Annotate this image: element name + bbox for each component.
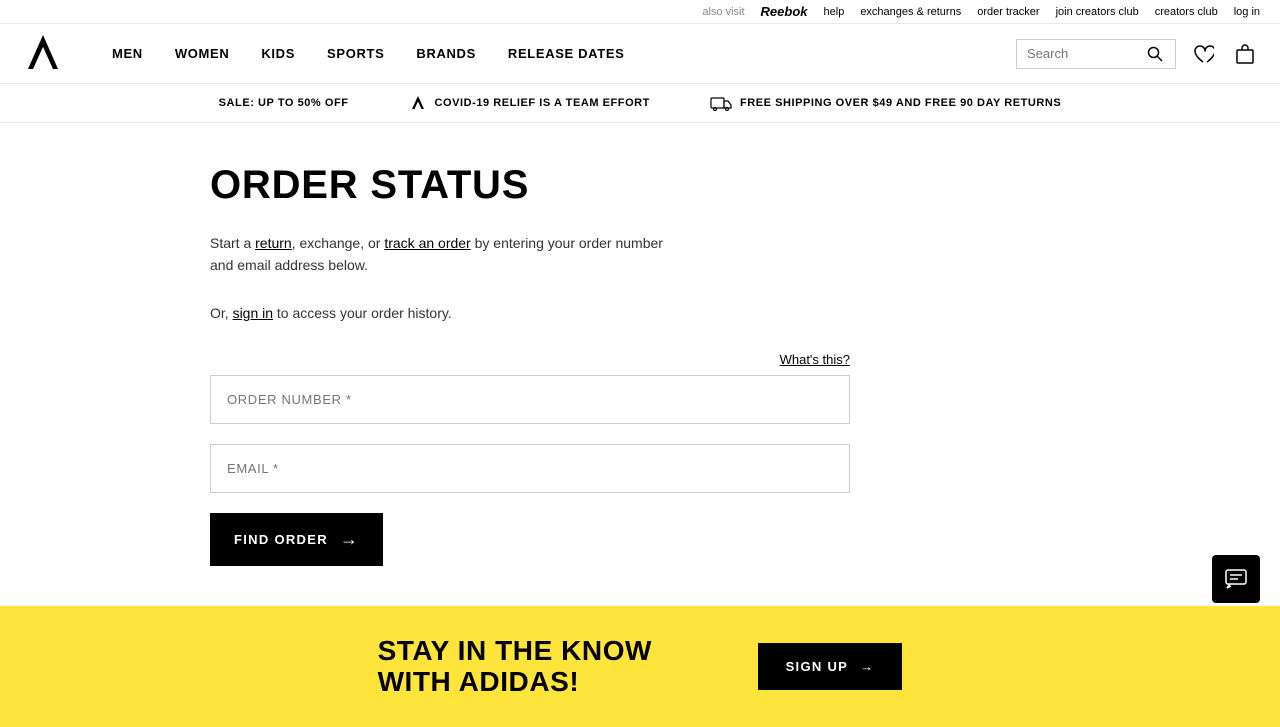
main-content: ORDER STATUS Start a return, exchange, o… [190,123,1090,606]
nav-link-men[interactable]: MEN [96,24,159,84]
sign-in-line: Or, sign in to access your order history… [210,305,1070,321]
desc-part2: , exchange, or [292,235,385,251]
search-button[interactable] [1147,46,1163,62]
nav-link-brands[interactable]: BRANDS [400,24,492,84]
promo-item-sale: SALE: UP TO 50% OFF [219,97,349,109]
sign-in-suffix: to access your order history. [273,305,452,321]
cart-button[interactable] [1230,39,1260,69]
search-icon [1147,46,1163,62]
promo-covid-text: COVID-19 RELIEF IS A TEAM EFFORT [435,97,650,109]
signup-label: SIGN UP [786,659,849,674]
find-order-label: FIND ORDER [234,532,328,547]
footer-promo: STAY IN THE KNOW WITH ADIDAS! SIGN UP → [0,606,1280,727]
cart-icon [1234,43,1256,65]
email-group [210,444,850,493]
nav-right [1016,39,1260,69]
desc-part1: Start a [210,235,255,251]
promo-sale-text: SALE: UP TO 50% OFF [219,97,349,109]
chat-bubble-button[interactable] [1212,555,1260,603]
footer-promo-title: STAY IN THE KNOW WITH ADIDAS! [378,636,678,698]
page-description: Start a return, exchange, or track an or… [210,232,670,277]
page-title: ORDER STATUS [210,163,1070,208]
sign-in-prefix: Or, [210,305,233,321]
main-nav: MEN WOMEN KIDS SPORTS BRANDS RELEASE DAT… [0,24,1280,84]
find-order-button[interactable]: FIND ORDER → [210,513,383,566]
adidas-logo [20,31,66,77]
reebok-logo: Reebok [761,4,808,19]
logo-wrapper[interactable] [20,31,66,77]
order-number-group [210,375,850,424]
exchanges-returns-link[interactable]: exchanges & returns [860,6,961,18]
also-visit-text: also visit [702,6,744,18]
nav-link-release-dates[interactable]: RELEASE DATES [492,24,641,84]
promo-shipping-text: FREE SHIPPING OVER $49 AND FREE 90 DAY R… [740,97,1061,109]
heart-icon [1192,43,1214,65]
nav-links: MEN WOMEN KIDS SPORTS BRANDS RELEASE DAT… [96,24,1016,84]
email-input[interactable] [210,444,850,493]
log-in-link[interactable]: log in [1234,6,1260,18]
what-this-container: What's this? [210,351,850,367]
creators-club-link[interactable]: creators club [1155,6,1218,18]
nav-link-kids[interactable]: KIDS [245,24,311,84]
join-creators-club-link[interactable]: join creators club [1056,6,1139,18]
what-this-link[interactable]: What's this? [780,352,850,367]
track-order-link[interactable]: track an order [384,235,470,251]
search-box[interactable] [1016,39,1176,69]
arrow-right-icon: → [340,529,359,550]
wishlist-button[interactable] [1188,39,1218,69]
top-utility-bar: also visit Reebok help exchanges & retur… [0,0,1280,24]
nav-link-sports[interactable]: SPORTS [311,24,400,84]
adidas-small-icon [409,94,427,112]
reebok-link[interactable]: Reebok [761,4,808,19]
nav-link-women[interactable]: WOMEN [159,24,246,84]
sign-in-link[interactable]: sign in [233,305,273,321]
signup-button[interactable]: SIGN UP → [758,643,903,690]
truck-icon [710,95,732,111]
order-number-input[interactable] [210,375,850,424]
return-link[interactable]: return [255,235,292,251]
promo-bar: SALE: UP TO 50% OFF COVID-19 RELIEF IS A… [0,84,1280,123]
help-link[interactable]: help [824,6,845,18]
promo-item-covid: COVID-19 RELIEF IS A TEAM EFFORT [409,94,650,112]
search-input[interactable] [1027,46,1147,61]
promo-item-shipping: FREE SHIPPING OVER $49 AND FREE 90 DAY R… [710,95,1061,111]
signup-arrow-icon: → [860,659,874,674]
order-tracker-link[interactable]: order tracker [977,6,1039,18]
chat-icon [1224,567,1248,591]
